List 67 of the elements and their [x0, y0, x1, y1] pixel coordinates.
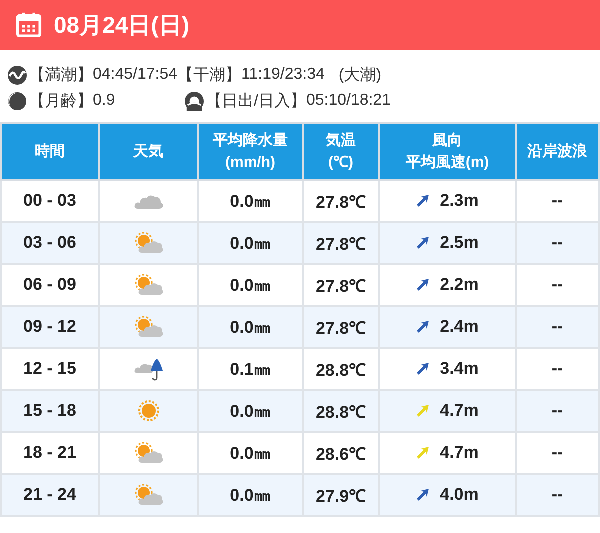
sun-cloud-icon [134, 484, 164, 506]
calendar-icon [16, 12, 42, 38]
sun-cloud-icon [134, 232, 164, 254]
rainfall-cell: 0.0㎜ [198, 180, 303, 222]
moon-icon [8, 92, 27, 110]
time-cell: 03 - 06 [1, 222, 99, 264]
wave-cell: -- [516, 222, 599, 264]
rainfall-cell: 0.0㎜ [198, 264, 303, 306]
time-cell: 15 - 18 [1, 390, 99, 432]
column-header: 平均降水量 (mm/h) [198, 123, 303, 180]
column-header: 時間 [1, 123, 99, 180]
wind-speed: 2.5m [440, 233, 479, 253]
temperature-cell: 27.8℃ [303, 306, 379, 348]
temperature-cell: 28.8℃ [303, 348, 379, 390]
rainfall-cell: 0.1㎜ [198, 348, 303, 390]
sunrise-icon [185, 92, 204, 110]
wind-speed: 4.7m [440, 401, 479, 421]
sun-icon [138, 400, 160, 422]
moon-age-value: 0.9 [93, 92, 116, 110]
temperature-cell: 27.8℃ [303, 180, 379, 222]
time-cell: 09 - 12 [1, 306, 99, 348]
temperature-cell: 28.8℃ [303, 390, 379, 432]
time-cell: 12 - 15 [1, 348, 99, 390]
wind-speed: 2.2m [440, 275, 479, 295]
sun-cloud-icon [134, 442, 164, 464]
column-header: 天気 [99, 123, 198, 180]
wind-speed: 4.7m [440, 443, 479, 463]
sunrise-sunset-times: 05:10/18:21 [306, 92, 391, 110]
sunrise-sunset-label: 【日出/日入】 [206, 92, 306, 112]
wave-icon [8, 66, 27, 84]
wave-cell: -- [516, 432, 599, 474]
wind-speed: 3.4m [440, 359, 479, 379]
high-tide-label: 【満潮】 [29, 66, 93, 86]
rainfall-cell: 0.0㎜ [198, 474, 303, 516]
date-title: 08月24日(日) [54, 10, 190, 40]
time-cell: 18 - 21 [1, 432, 99, 474]
wave-cell: -- [516, 390, 599, 432]
temperature-cell: 28.6℃ [303, 432, 379, 474]
low-tide-times: 11:19/23:34 [242, 66, 325, 84]
wave-cell: -- [516, 306, 599, 348]
wave-cell: -- [516, 180, 599, 222]
rainfall-cell: 0.0㎜ [198, 432, 303, 474]
wave-cell: -- [516, 264, 599, 306]
wind-speed: 2.4m [440, 317, 479, 337]
rainfall-cell: 0.0㎜ [198, 222, 303, 264]
wind-speed: 4.0m [440, 485, 479, 505]
temperature-cell: 27.8℃ [303, 264, 379, 306]
temperature-cell: 27.8℃ [303, 222, 379, 264]
wind-speed: 2.3m [440, 191, 479, 211]
wave-cell: -- [516, 348, 599, 390]
time-cell: 21 - 24 [1, 474, 99, 516]
tide-type: (大潮) [338, 66, 382, 86]
sun-cloud-icon [134, 316, 164, 338]
moon-age-label: 【月齢】 [29, 92, 93, 112]
rainfall-cell: 0.0㎜ [198, 306, 303, 348]
column-header: 風向 平均風速(m) [379, 123, 516, 180]
sun-cloud-icon [134, 274, 164, 296]
time-cell: 06 - 09 [1, 264, 99, 306]
time-cell: 00 - 03 [1, 180, 99, 222]
column-header: 沿岸波浪 [516, 123, 599, 180]
high-tide-times: 04:45/17:54 [93, 66, 178, 84]
column-header: 気温 (℃) [303, 123, 379, 180]
temperature-cell: 27.9℃ [303, 474, 379, 516]
rainfall-cell: 0.0㎜ [198, 390, 303, 432]
wave-cell: -- [516, 474, 599, 516]
low-tide-label: 【干潮】 [178, 66, 242, 86]
rain-umbrella-icon [134, 357, 164, 381]
